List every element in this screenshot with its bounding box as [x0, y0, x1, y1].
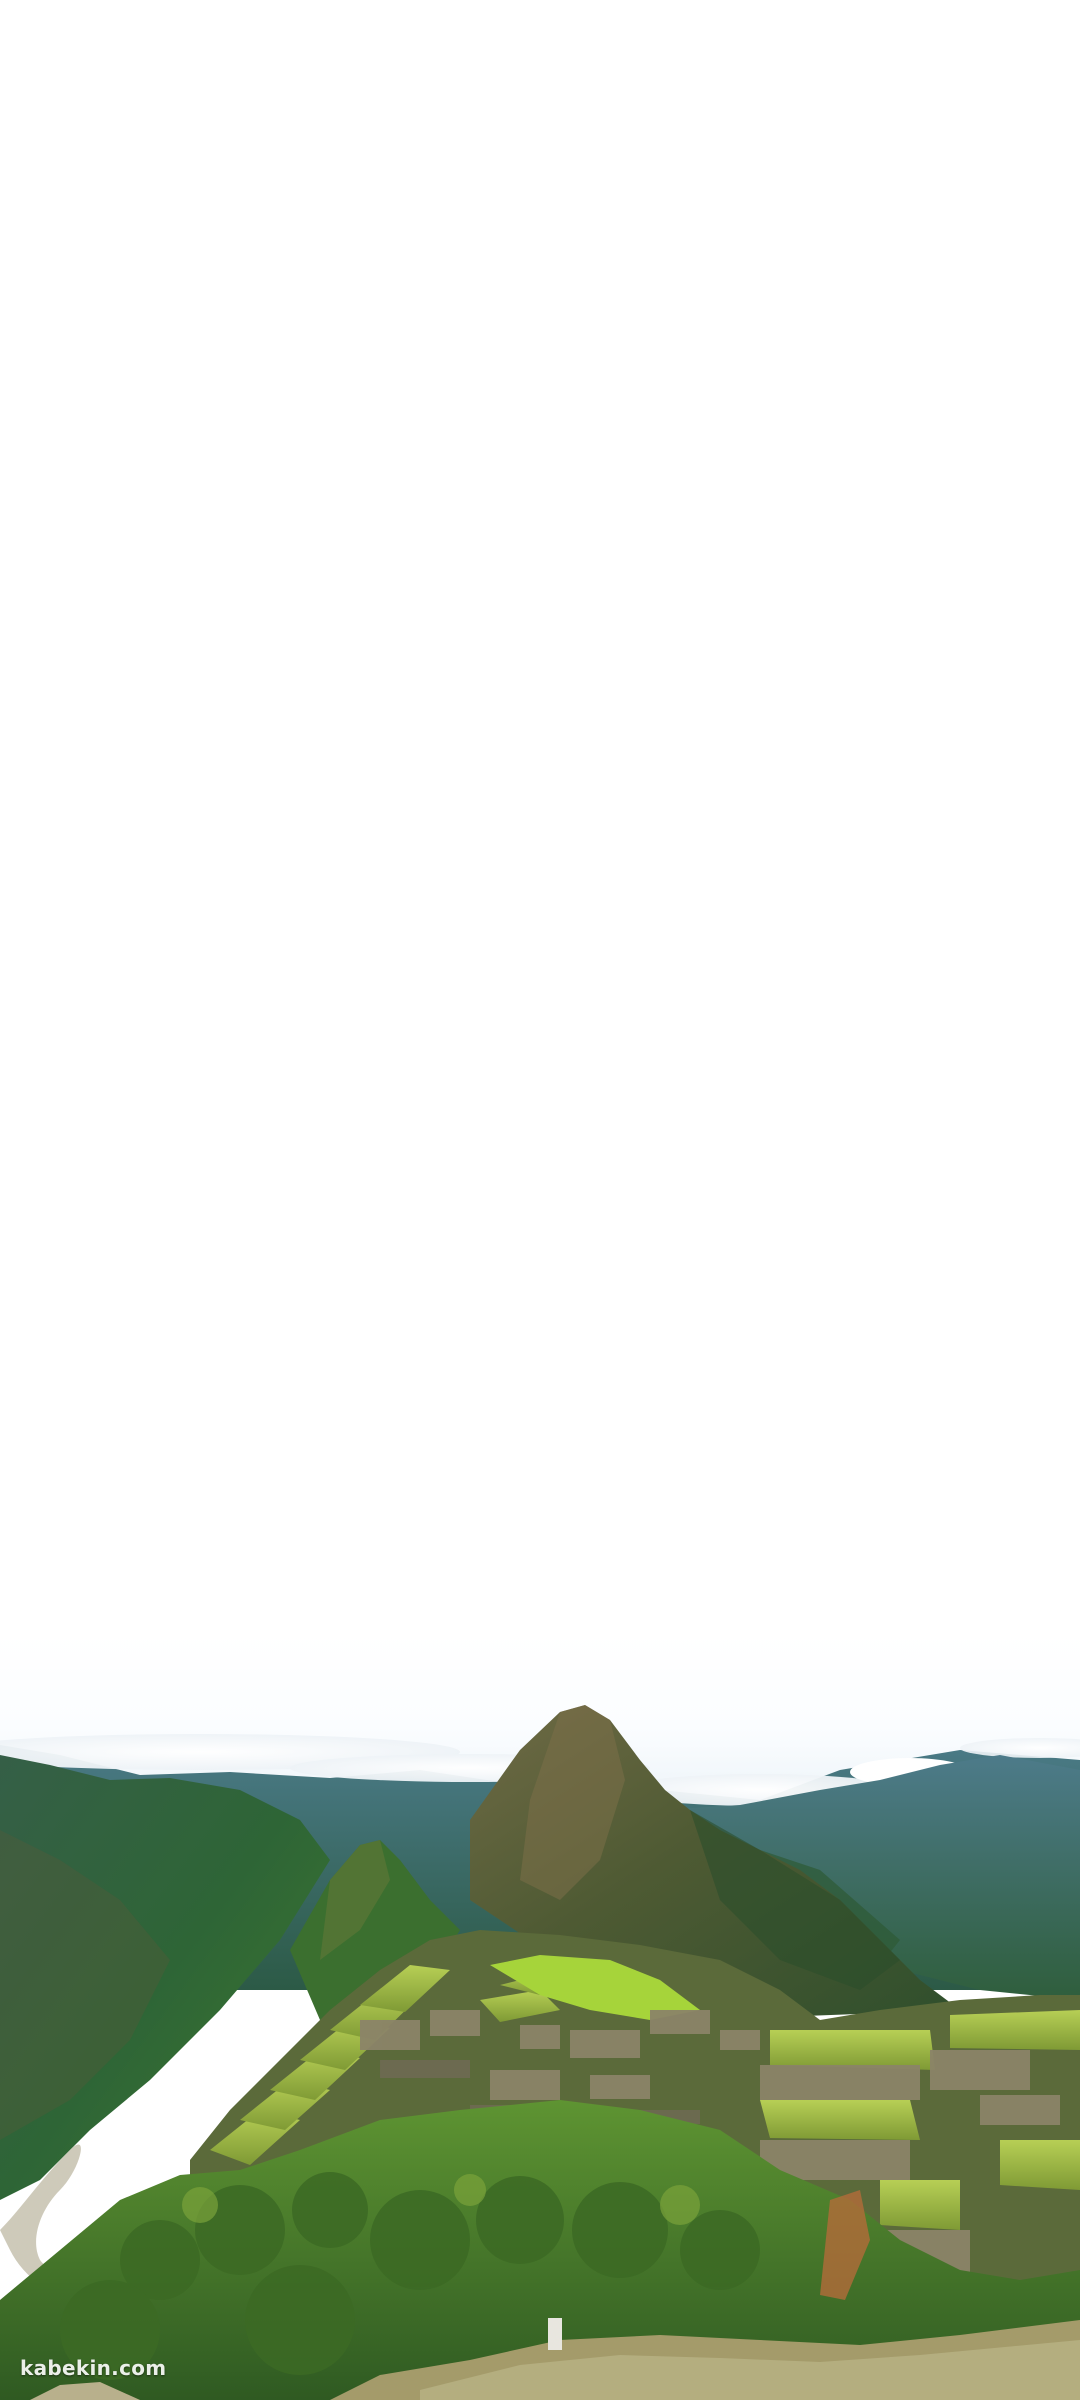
watermark-text: kabekin.com: [20, 2356, 167, 2380]
wallpaper-photo: kabekin.com: [0, 0, 1080, 2400]
mountain-landscape: [0, 1705, 1080, 2400]
